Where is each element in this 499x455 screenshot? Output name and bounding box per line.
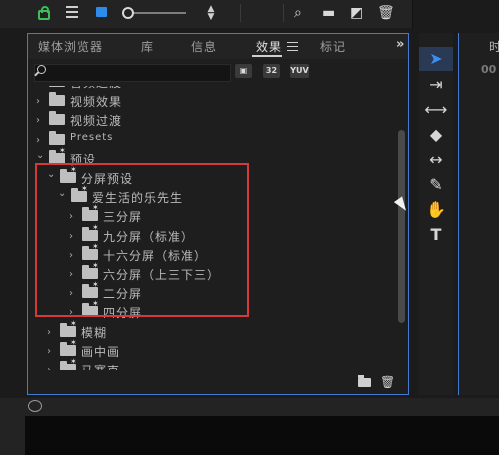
tab-libraries[interactable]: 库 bbox=[141, 38, 154, 55]
more-panels-icon[interactable]: » bbox=[396, 37, 404, 52]
folder-icon bbox=[49, 86, 65, 87]
divider bbox=[240, 4, 241, 22]
tab-markers[interactable]: 标记 bbox=[320, 38, 346, 55]
tree-row-label: 音频过渡 bbox=[70, 86, 122, 91]
trash-icon[interactable]: 🗑 bbox=[377, 4, 395, 22]
active-tab-indicator bbox=[252, 55, 282, 57]
yuv-filter-button[interactable]: YUV bbox=[290, 64, 309, 78]
tab-media-browser[interactable]: 媒体浏览器 bbox=[38, 38, 103, 55]
top-right-area bbox=[412, 0, 499, 28]
tools-panel: ➤ ⇥ ⟷ ◆ ↔ ✎ ✋ T bbox=[419, 33, 453, 395]
chevron-right-icon[interactable]: › bbox=[36, 86, 40, 88]
new-custom-bin-icon[interactable] bbox=[358, 375, 371, 387]
type-tool-icon[interactable]: T bbox=[419, 223, 453, 247]
selection-tool-icon[interactable]: ➤ bbox=[419, 47, 453, 71]
track-select-tool-icon[interactable]: ⇥ bbox=[419, 73, 453, 97]
icon-view-icon[interactable] bbox=[96, 7, 107, 17]
32bit-filter-button[interactable]: 32 bbox=[263, 64, 280, 78]
scrollbar-thumb[interactable] bbox=[398, 130, 405, 323]
chevron-right-icon[interactable]: › bbox=[36, 135, 40, 146]
ripple-edit-tool-icon[interactable]: ⟷ bbox=[419, 98, 453, 122]
accelerated-effects-filter-button[interactable]: ▣ bbox=[235, 64, 252, 78]
chevron-right-icon[interactable]: › bbox=[47, 327, 51, 338]
timeline-tab[interactable]: 时 bbox=[489, 38, 499, 55]
delete-icon[interactable]: 🗑 bbox=[380, 375, 395, 389]
custom-bin-icon bbox=[60, 338, 77, 356]
tree-row[interactable]: › 模糊 bbox=[28, 319, 394, 342]
tree-row-label: 画中画 bbox=[81, 344, 121, 359]
new-bin-icon[interactable]: ▬ bbox=[322, 4, 335, 22]
folder-icon bbox=[49, 111, 65, 126]
chevron-right-icon[interactable]: › bbox=[36, 115, 40, 126]
panel-tab-bar: 媒体浏览器 库 信息 效果 标记 » bbox=[28, 34, 408, 59]
hand-tool-icon[interactable]: ✋ bbox=[419, 198, 453, 222]
slip-tool-icon[interactable]: ↔ bbox=[419, 148, 453, 172]
chevron-right-icon[interactable]: › bbox=[47, 346, 51, 357]
zoom-slider-handle[interactable] bbox=[122, 7, 134, 19]
tab-info[interactable]: 信息 bbox=[191, 38, 217, 55]
search-input[interactable] bbox=[34, 64, 231, 82]
chevron-down-icon[interactable]: ⌄ bbox=[36, 150, 44, 161]
folder-icon bbox=[49, 130, 65, 145]
sort-updown-icon[interactable]: ▲ ▼ bbox=[205, 5, 217, 22]
custom-bin-icon bbox=[60, 319, 77, 337]
tree-row[interactable]: › Presets bbox=[28, 130, 394, 150]
lock-icon[interactable] bbox=[38, 6, 50, 20]
tree-row[interactable]: › 视频过渡 bbox=[28, 111, 394, 130]
tree-row-label: 马赛克 bbox=[81, 362, 120, 370]
bottom-left-area bbox=[0, 416, 25, 455]
timeline-panel: 时 00 bbox=[458, 33, 499, 395]
new-item-icon[interactable]: ◩ bbox=[350, 4, 363, 22]
pen-tool-icon[interactable]: ✎ bbox=[419, 173, 453, 197]
tree-row-label: Presets bbox=[70, 131, 114, 143]
find-icon[interactable]: ⌕ bbox=[294, 4, 302, 22]
bottom-panel bbox=[25, 416, 499, 455]
tree-row-label: 视频过渡 bbox=[70, 114, 123, 129]
creative-cloud-icon[interactable] bbox=[28, 400, 42, 412]
panel-footer: 🗑 bbox=[28, 374, 408, 394]
list-view-icon[interactable] bbox=[66, 6, 80, 20]
tab-effects[interactable]: 效果 bbox=[256, 38, 282, 55]
red-highlight-box bbox=[35, 163, 249, 317]
tree-row-label: 视频效果 bbox=[70, 95, 123, 110]
razor-tool-icon[interactable]: ◆ bbox=[419, 123, 453, 147]
accelerated-effects-icon: ▣ bbox=[239, 66, 248, 75]
tree-row[interactable]: › 画中画 bbox=[28, 338, 394, 361]
panel-menu-icon[interactable] bbox=[287, 42, 298, 54]
search-icon bbox=[37, 65, 46, 74]
timecode: 00 bbox=[481, 63, 497, 76]
custom-bin-icon bbox=[60, 357, 77, 370]
chevron-right-icon[interactable]: › bbox=[47, 365, 51, 370]
tree-row[interactable]: › 马赛克 bbox=[28, 357, 394, 370]
tree-row-label: 模糊 bbox=[81, 325, 108, 340]
tree-row[interactable]: › 视频效果 bbox=[28, 92, 394, 111]
folder-icon bbox=[49, 92, 65, 107]
divider bbox=[283, 4, 284, 22]
tree-row[interactable]: › 音频过渡 bbox=[28, 86, 394, 92]
status-bar bbox=[0, 398, 499, 416]
chevron-right-icon[interactable]: › bbox=[36, 96, 40, 107]
